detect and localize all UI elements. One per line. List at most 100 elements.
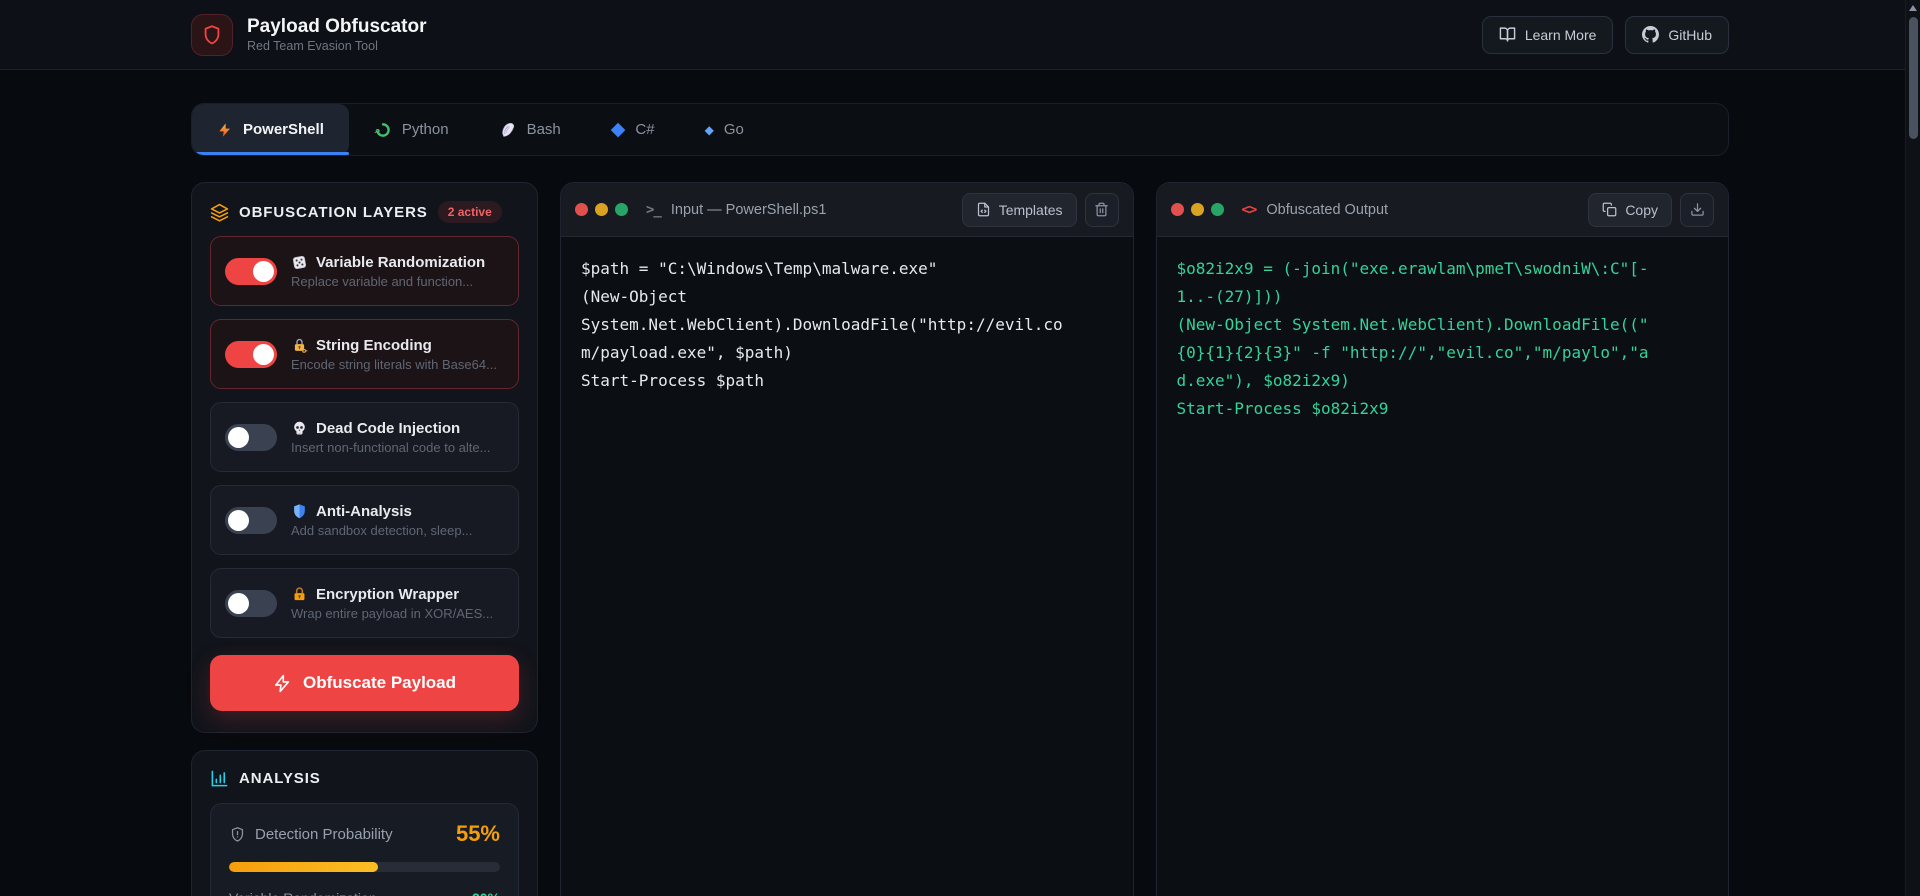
output-code: $o82i2x9 = (-join("exe.erawlam\pmeT\swod…	[1176, 259, 1649, 418]
left-column: OBFUSCATION LAYERS 2 active Variable Ran…	[191, 182, 538, 896]
input-panel: >_ Input — PowerShell.ps1 Templates $pat…	[560, 182, 1134, 896]
language-tabbar: PowerShell Python Bash ◆ C# ◆ Go	[191, 103, 1729, 156]
layer-card-variable-randomization[interactable]: Variable Randomization Replace variable …	[210, 236, 519, 306]
layer-description: Insert non-functional code to alte...	[291, 439, 491, 455]
window-dots	[575, 203, 628, 216]
layer-card-anti-analysis[interactable]: Anti-Analysis Add sandbox detection, sle…	[210, 485, 519, 555]
terminal-prompt-icon: >_	[646, 201, 662, 218]
tab-bash[interactable]: Bash	[474, 104, 586, 155]
main-content: PowerShell Python Bash ◆ C# ◆ Go OBFUSCA…	[191, 103, 1729, 896]
small-blue-diamond-icon: ◆	[704, 122, 714, 137]
toggle-knob	[253, 260, 274, 282]
lightning-icon	[217, 122, 233, 138]
orange-lock-icon	[291, 586, 308, 603]
analysis-panel-title: ANALYSIS	[239, 770, 321, 787]
layer-name: Variable Randomization	[316, 253, 486, 271]
code-brackets-icon: <>	[1241, 201, 1258, 218]
copy-icon	[1602, 202, 1617, 217]
input-code-area[interactable]: $path = "C:\Windows\Temp\malware.exe" (N…	[561, 237, 1133, 896]
toggle-dead-code-injection[interactable]	[225, 423, 277, 451]
learn-more-button[interactable]: Learn More	[1481, 15, 1614, 54]
window-dot-green	[1210, 203, 1224, 216]
window-dot-red	[1170, 203, 1184, 216]
tab-label: PowerShell	[243, 121, 324, 138]
copy-button-label: Copy	[1625, 201, 1658, 218]
output-panel-title: Obfuscated Output	[1266, 201, 1389, 218]
brand-text: Payload Obfuscator Red Team Evasion Tool	[247, 16, 427, 54]
scrollbar-up-arrow[interactable]	[1909, 5, 1917, 11]
app-logo	[191, 13, 233, 56]
window-dot-yellow	[1190, 203, 1204, 216]
input-code[interactable]: $path = "C:\Windows\Temp\malware.exe" (N…	[581, 255, 1113, 395]
scrollbar-thumb[interactable]	[1909, 17, 1918, 139]
tab-label: C#	[635, 121, 655, 138]
github-icon	[1642, 26, 1660, 43]
shell-icon	[499, 121, 517, 139]
detection-probability-card: Detection Probability 55% Variable Rando…	[210, 803, 519, 896]
layer-description: Add sandbox detection, sleep...	[291, 522, 473, 538]
github-label: GitHub	[1668, 26, 1712, 43]
toggle-anti-analysis[interactable]	[225, 506, 277, 534]
tab-label: Python	[401, 121, 449, 138]
active-count-badge: 2 active	[437, 201, 502, 223]
skull-icon	[291, 420, 308, 437]
snake-icon	[374, 121, 392, 139]
shield-icon	[201, 24, 223, 46]
tab-label: Go	[723, 121, 744, 138]
layer-card-encryption-wrapper[interactable]: Encryption Wrapper Wrap entire payload i…	[210, 568, 519, 638]
lock-with-key-icon	[291, 337, 308, 354]
trash-icon	[1094, 202, 1109, 217]
app-title: Payload Obfuscator	[247, 15, 427, 37]
download-icon	[1690, 202, 1705, 217]
app-window: Payload Obfuscator Red Team Evasion Tool…	[0, 0, 1920, 896]
toggle-string-encoding[interactable]	[225, 340, 277, 368]
book-icon	[1499, 26, 1516, 43]
layer-name: String Encoding	[316, 336, 432, 354]
layer-name: Anti-Analysis	[316, 502, 412, 520]
templates-button[interactable]: Templates	[961, 192, 1077, 227]
tab-python[interactable]: Python	[349, 104, 474, 155]
layer-description: Encode string literals with Base64...	[291, 356, 497, 372]
tab-powershell[interactable]: PowerShell	[192, 104, 349, 155]
breakdown-delta: -20%	[467, 890, 500, 896]
toggle-knob	[228, 592, 249, 614]
dice-icon	[291, 254, 308, 271]
tab-label: Bash	[526, 121, 561, 138]
blue-diamond-icon: ◆	[610, 119, 626, 140]
obfuscate-button-label: Obfuscate Payload	[302, 673, 457, 692]
obfuscate-payload-button[interactable]: Obfuscate Payload	[210, 655, 519, 711]
page-scrollbar[interactable]	[1905, 0, 1920, 896]
brand: Payload Obfuscator Red Team Evasion Tool	[191, 13, 427, 56]
tab-csharp[interactable]: ◆ C#	[586, 104, 680, 155]
input-panel-title: Input — PowerShell.ps1	[670, 201, 827, 218]
github-button[interactable]: GitHub	[1625, 15, 1729, 54]
breakdown-layer-name: Variable Randomization	[229, 890, 377, 896]
window-dots	[1170, 203, 1224, 216]
toggle-knob	[253, 343, 274, 365]
toggle-knob	[228, 509, 249, 531]
templates-button-label: Templates	[998, 201, 1063, 218]
layers-icon	[210, 203, 229, 222]
layer-card-dead-code-injection[interactable]: Dead Code Injection Insert non-functiona…	[210, 402, 519, 472]
layer-card-string-encoding[interactable]: String Encoding Encode string literals w…	[210, 319, 519, 389]
header-actions: Learn More GitHub	[1481, 15, 1729, 54]
blue-shield-icon	[291, 503, 308, 520]
layer-description: Replace variable and function...	[291, 273, 474, 289]
obfuscation-layers-panel: OBFUSCATION LAYERS 2 active Variable Ran…	[191, 182, 538, 733]
detection-probability-label: Detection Probability	[255, 825, 393, 843]
zap-outline-icon	[273, 674, 292, 693]
analysis-panel: ANALYSIS Detection Probability 55%	[191, 750, 538, 896]
input-panel-header: >_ Input — PowerShell.ps1 Templates	[561, 183, 1133, 237]
layer-name: Encryption Wrapper	[316, 585, 460, 603]
output-code-area: $o82i2x9 = (-join("exe.erawlam\pmeT\swod…	[1156, 237, 1728, 896]
tab-go[interactable]: ◆ Go	[680, 104, 769, 155]
download-button[interactable]	[1680, 192, 1714, 227]
breakdown-row: Variable Randomization -20%	[229, 890, 500, 896]
toggle-knob	[228, 426, 249, 448]
window-dot-yellow	[595, 203, 608, 216]
toggle-encryption-wrapper[interactable]	[225, 589, 277, 617]
clear-input-button[interactable]	[1084, 192, 1119, 227]
detection-probability-value: 55%	[455, 821, 500, 846]
copy-button[interactable]: Copy	[1588, 192, 1672, 227]
toggle-variable-randomization[interactable]	[225, 257, 277, 285]
